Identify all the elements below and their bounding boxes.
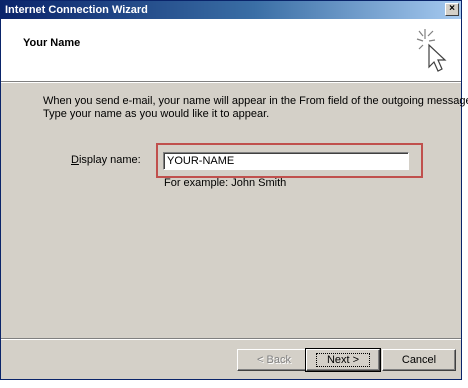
example-hint: For example: John Smith xyxy=(164,177,287,189)
footer-divider xyxy=(1,338,461,340)
wizard-cursor-sparkle-icon xyxy=(416,29,447,72)
instruction-text: When you send e-mail, your name will app… xyxy=(43,95,468,121)
next-button[interactable]: Next > xyxy=(305,348,381,372)
next-label: Next > xyxy=(315,353,371,367)
cancel-label: Cancel xyxy=(401,354,437,366)
display-name-label-rest: isplay name: xyxy=(78,154,141,166)
close-button[interactable]: × xyxy=(445,3,459,16)
wizard-header: Your Name xyxy=(1,19,461,83)
wizard-window: Internet Connection Wizard × Your Name W… xyxy=(0,0,468,380)
display-name-input[interactable] xyxy=(163,152,409,170)
display-name-label: Display name: xyxy=(71,154,141,166)
page-title: Your Name xyxy=(23,37,81,49)
title-bar[interactable]: Internet Connection Wizard × xyxy=(1,1,461,19)
back-button[interactable]: < Back xyxy=(237,349,311,371)
instruction-line-1: When you send e-mail, your name will app… xyxy=(43,95,468,107)
back-label: < Back xyxy=(257,354,291,366)
instruction-line-2: Type your name as you would like it to a… xyxy=(43,108,270,120)
window-title: Internet Connection Wizard xyxy=(5,4,148,16)
cancel-button[interactable]: Cancel xyxy=(382,349,456,371)
